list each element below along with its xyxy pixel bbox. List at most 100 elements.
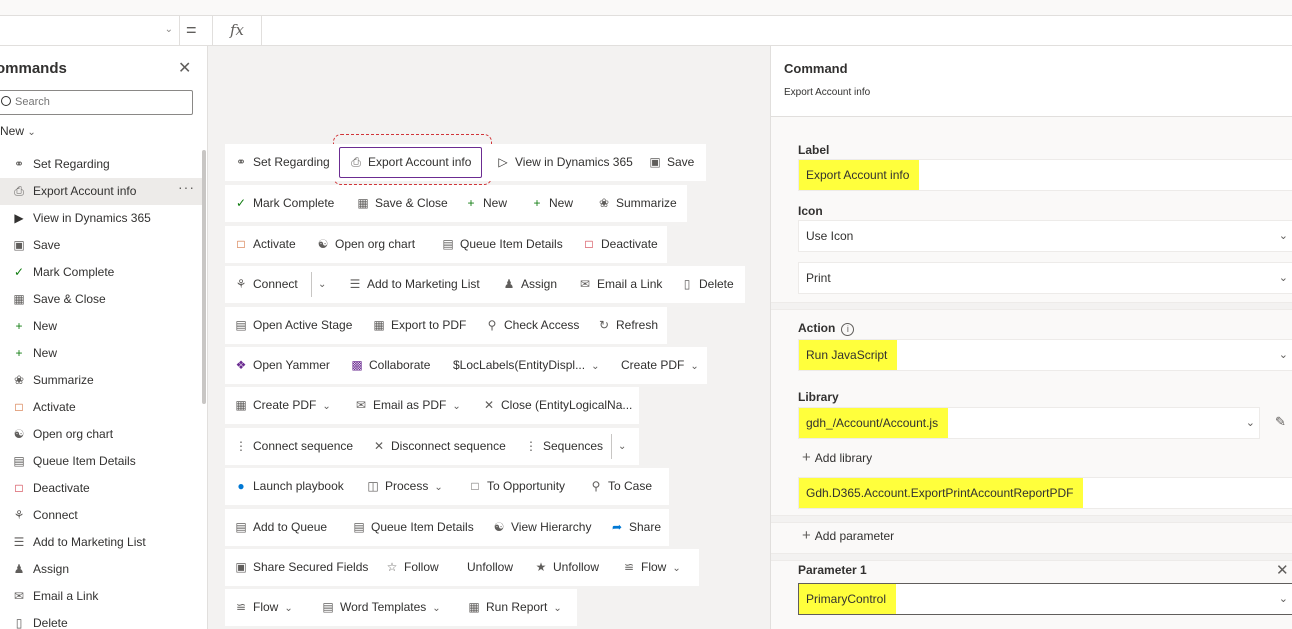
function-name-input[interactable]: Gdh.D365.Account.ExportPrintAccountRepor… [798, 477, 1292, 509]
list-item[interactable]: ✓ Mark Complete [0, 259, 203, 286]
list-item[interactable]: ❀ Summarize [0, 367, 203, 394]
command-button[interactable]: ✓ Mark Complete [233, 185, 334, 222]
command-label: Close (EntityLogicalNa... [501, 398, 633, 412]
list-item[interactable]: □ Deactivate [0, 475, 203, 502]
command-button[interactable]: ✕ Disconnect sequence [371, 428, 506, 465]
new-command-button[interactable]: New ⌄ [0, 124, 36, 138]
command-dropdown[interactable]: ≌ Flow ⌄ [621, 549, 681, 586]
search-input[interactable] [15, 96, 185, 108]
list-item[interactable]: ⚘ Connect [0, 502, 203, 529]
property-dropdown[interactable]: ⌄ [0, 16, 180, 46]
list-item-label: Save [33, 238, 61, 252]
command-button[interactable]: □ Activate [233, 226, 295, 263]
list-item[interactable]: ▦ Save & Close [0, 286, 203, 313]
list-item[interactable]: ♟ Assign [0, 556, 203, 583]
command-button[interactable]: ☰ Add to Marketing List [347, 266, 480, 303]
list-item[interactable]: ☯ Open org chart [0, 421, 203, 448]
list-item[interactable]: ✉ Email a Link [0, 583, 203, 610]
action-dropdown[interactable]: Run JavaScript ⌄ [798, 339, 1292, 371]
command-button[interactable]: ★ Unfollow [533, 549, 599, 586]
command-dropdown[interactable]: ▦ Run Report ⌄ [466, 589, 561, 626]
command-button[interactable]: ⚲ To Case [588, 468, 652, 505]
search-box[interactable] [0, 90, 193, 115]
command-dropdown[interactable]: ▦ Create PDF ⌄ [233, 387, 330, 424]
command-dropdown[interactable]: Create PDF ⌄ [621, 347, 699, 384]
list-item[interactable]: ▤ Queue Item Details [0, 448, 203, 475]
command-button[interactable]: ☯ Open org chart [315, 226, 415, 263]
command-button[interactable]: ⚭ Set Regarding [233, 144, 330, 181]
command-button[interactable]: ▦ Export to PDF [371, 307, 466, 344]
icon-dropdown[interactable]: Print ⌄ [798, 262, 1292, 294]
command-button[interactable]: ▤ Open Active Stage [233, 307, 352, 344]
command-button[interactable]: ▣ Share Secured Fields [233, 549, 368, 586]
command-button[interactable]: Unfollow [467, 549, 513, 586]
add-library-button[interactable]: + Add library [802, 449, 872, 466]
command-button[interactable]: ▤ Queue Item Details [440, 226, 562, 263]
command-button-selected[interactable]: ⎙ Export Account info [339, 147, 483, 178]
library-heading: Library [798, 390, 839, 404]
command-button[interactable]: ➦ Share [609, 509, 661, 546]
info-icon[interactable]: i [841, 323, 855, 336]
command-dropdown[interactable]: ≌ Flow ⌄ [233, 589, 293, 626]
command-button[interactable]: ▩ Collaborate [349, 347, 430, 384]
command-button[interactable]: □ To Opportunity [467, 468, 565, 505]
icon-mode-dropdown[interactable]: Use Icon ⌄ [798, 220, 1292, 252]
add-library-label: Add library [814, 451, 873, 465]
edit-icon[interactable]: ✎ [1275, 414, 1286, 430]
command-button[interactable]: ⋮ Sequences [523, 428, 603, 465]
more-options-icon[interactable]: ··· [178, 174, 195, 201]
command-button[interactable]: ♟ Assign [501, 266, 557, 303]
command-button[interactable]: ▦ Save & Close [355, 185, 447, 222]
assign-icon: ♟ [503, 277, 515, 291]
chevron-down-icon[interactable]: ⌄ [611, 434, 626, 459]
list-item[interactable]: ⚭ Set Regarding [0, 151, 203, 178]
plus-icon: + [15, 319, 23, 333]
list-item[interactable]: ▣ Save [0, 232, 203, 259]
command-button[interactable]: ❖ Open Yammer [233, 347, 330, 384]
command-button[interactable]: ✉ Email a Link [577, 266, 662, 303]
command-bar-row: ⚘ Connect ⌄ ☰ Add to Marketing List ♟ Assig… [225, 266, 745, 303]
command-button[interactable]: ▣ Save [647, 144, 694, 181]
list-item[interactable]: + New [0, 340, 203, 367]
command-button[interactable]: ☯ View Hierarchy [491, 509, 592, 546]
command-dropdown[interactable]: ◫ Process ⌄ [365, 468, 442, 505]
fx-button[interactable]: fx [212, 16, 262, 46]
list-item[interactable]: + New [0, 313, 203, 340]
add-parameter-button[interactable]: + Add parameter [802, 527, 894, 544]
command-button[interactable]: ⋮ Connect sequence [233, 428, 353, 465]
command-button[interactable]: ▤ Queue Item Details [351, 509, 473, 546]
command-dropdown[interactable]: $LocLabels(EntityDispl... ⌄ [453, 347, 599, 384]
list-item[interactable]: ☰ Add to Marketing List [0, 529, 203, 556]
list-item[interactable]: ▯ Delete [0, 610, 203, 629]
command-dropdown[interactable]: ▤ Word Templates ⌄ [320, 589, 440, 626]
command-label: Save [667, 155, 695, 169]
flow-icon: ≌ [623, 560, 635, 574]
command-button[interactable]: ⚲ Check Access [484, 307, 580, 344]
list-item[interactable]: ▶ View in Dynamics 365 [0, 205, 203, 232]
list-item-label: New [33, 319, 58, 333]
command-button[interactable]: ⚘ Connect [233, 266, 298, 303]
command-button[interactable]: ▷ View in Dynamics 365 [495, 144, 632, 181]
command-button[interactable]: ▤ Add to Queue [233, 509, 327, 546]
command-button[interactable]: + New [463, 185, 507, 222]
command-button[interactable]: ✕ Close (EntityLogicalNa... [481, 387, 632, 424]
command-dropdown[interactable]: ✉ Email as PDF ⌄ [353, 387, 461, 424]
close-icon[interactable]: ✕ [178, 58, 191, 78]
command-button[interactable]: ▯ Delete [679, 266, 734, 303]
command-button[interactable]: □ Deactivate [581, 226, 657, 263]
parameter1-dropdown[interactable]: PrimaryControl ⌄ [798, 583, 1292, 615]
command-label: Assign [521, 277, 558, 291]
list-item[interactable]: □ Activate [0, 394, 203, 421]
scrollbar[interactable] [202, 150, 206, 404]
command-button[interactable]: ❀ Summarize [596, 185, 677, 222]
list-item[interactable]: ⎙ Export Account info ··· [0, 178, 203, 205]
label-input[interactable]: Export Account info [798, 159, 1292, 191]
command-button[interactable]: + New [529, 185, 573, 222]
library-dropdown[interactable]: gdh_/Account/Account.js ⌄ [798, 407, 1260, 439]
command-button[interactable]: ● Launch playbook [233, 468, 343, 505]
assign-icon: ♟ [13, 562, 25, 576]
command-button[interactable]: ☆ Follow [384, 549, 439, 586]
command-button[interactable]: ↻ Refresh [596, 307, 658, 344]
close-icon[interactable]: ✕ [1276, 561, 1289, 579]
chevron-down-icon[interactable]: ⌄ [311, 272, 326, 297]
